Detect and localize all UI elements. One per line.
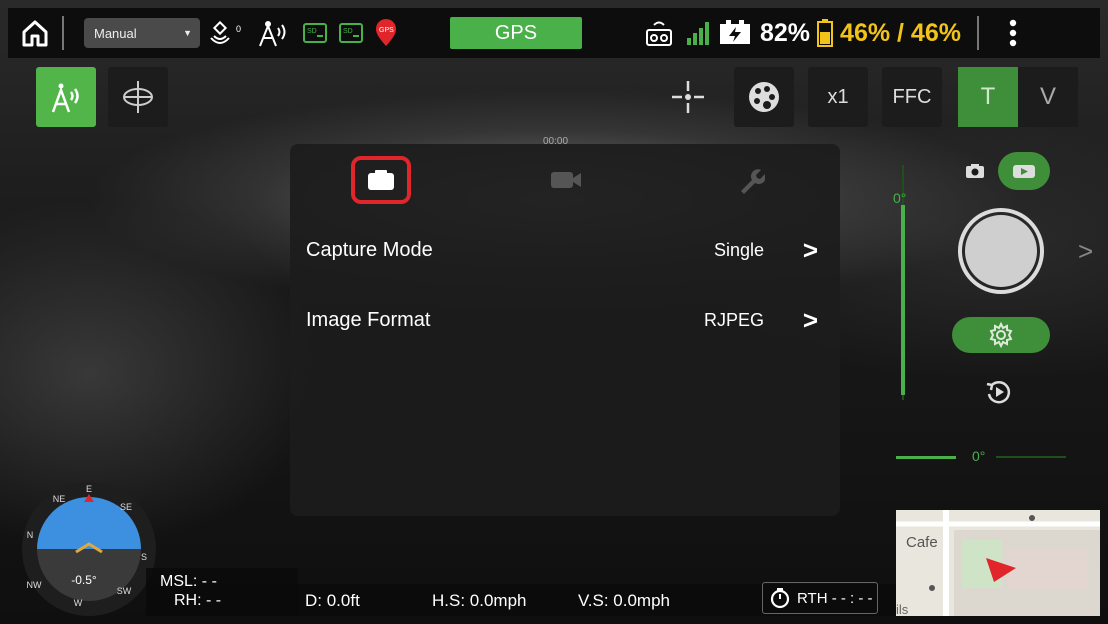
flight-mode-value: Manual [94, 25, 137, 41]
settings-tabs [290, 144, 840, 224]
video-camera-icon [1013, 165, 1035, 178]
crosshair-button[interactable] [658, 67, 718, 127]
map-label-cafe: Cafe [906, 534, 938, 551]
expand-panel-chevron-icon[interactable]: > [1078, 236, 1093, 267]
controller-battery-percent: 82% [760, 18, 811, 47]
mini-map[interactable]: Cafe ils [896, 510, 1100, 616]
gear-icon [989, 322, 1013, 348]
drone-battery-percent: 46% / 46% [840, 18, 961, 47]
ffc-button[interactable]: FFC [882, 67, 942, 127]
vertical-speed-value: V.S: 0.0mph [578, 591, 670, 610]
positioning-mode-button[interactable] [36, 67, 96, 127]
divider [62, 16, 64, 50]
svg-text:GPS: GPS [379, 27, 394, 34]
zoom-button[interactable]: x1 [808, 67, 868, 127]
svg-text:0: 0 [236, 24, 241, 34]
video-mode-button[interactable] [998, 152, 1050, 190]
rth-label: RTH - - : - - [797, 589, 873, 607]
return-to-home-button[interactable]: RTH - - : - - [762, 582, 878, 614]
tab-video[interactable] [536, 156, 596, 204]
compass-ne: NE [53, 494, 66, 504]
svg-text:SD: SD [343, 28, 353, 35]
gimbal-yaw-value: 0° [972, 448, 986, 464]
msl-value: MSL: - - [160, 573, 217, 590]
compass-se: SE [120, 502, 132, 512]
tab-photo[interactable] [351, 156, 411, 204]
camera-icon [368, 170, 394, 190]
compass-s: S [141, 552, 147, 562]
slider-track [996, 456, 1066, 458]
slider-fill [896, 456, 956, 459]
more-menu-button[interactable] [993, 19, 1033, 47]
capture-mode-value: Single [713, 239, 764, 260]
compass-nw: NW [27, 580, 42, 590]
camera-icon [966, 164, 984, 178]
rtk-signal-icon [259, 21, 286, 47]
divider [976, 16, 979, 50]
sd-card-icon: SD [339, 23, 363, 43]
signal-strength-icon [687, 22, 709, 45]
charging-battery-icon [720, 20, 750, 44]
gps-status-bar: GPS [450, 17, 582, 49]
playback-icon [986, 381, 1011, 404]
image-format-row[interactable]: Image Format RJPEG > [306, 292, 826, 348]
shutter-button[interactable] [958, 208, 1044, 294]
tab-tools[interactable] [720, 156, 780, 204]
image-format-label: Image Format [306, 308, 431, 331]
drone-battery-icon [817, 19, 834, 47]
palette-button[interactable] [734, 67, 794, 127]
gps-pin-icon: GPS [376, 19, 396, 46]
crosshair-icon [672, 81, 704, 113]
photo-video-toggle [952, 152, 1052, 190]
top-status-bar: Manual ▼ 0 SD SD GPS GPS 82% 46% / 46% [8, 8, 1100, 58]
sd-card-icon: SD [303, 23, 327, 43]
chevron-right-icon: > [802, 304, 818, 335]
attitude-indicator: E NE SE N S NW W SW -0.5° [20, 480, 158, 618]
camera-settings-button[interactable] [952, 317, 1050, 353]
rh-value: RH: - - [174, 592, 222, 609]
slider-fill [901, 205, 905, 395]
rtk-antenna-icon [51, 83, 79, 113]
map-label-ils: ils [896, 602, 909, 616]
compass-w: W [74, 598, 83, 608]
thermal-mode-button[interactable]: T [958, 67, 1018, 127]
flight-mode-dropdown[interactable]: Manual ▼ [84, 18, 200, 48]
gimbal-icon [123, 81, 153, 113]
photo-mode-button[interactable] [952, 152, 998, 190]
camera-settings-panel: Capture Mode Single > Image Format RJPEG… [290, 144, 840, 516]
remote-controller-icon [646, 21, 672, 46]
dropdown-caret-icon: ▼ [183, 28, 192, 38]
roll-angle-value: -0.5° [71, 573, 97, 587]
image-format-value: RJPEG [703, 309, 764, 330]
visual-mode-button[interactable]: V [1018, 67, 1078, 127]
compass-sw: SW [117, 586, 132, 596]
svg-text:SD: SD [307, 28, 317, 35]
kebab-menu-icon [1009, 19, 1017, 47]
stopwatch-icon [770, 588, 790, 609]
home-icon [22, 20, 48, 47]
battery-status: 82% 46% / 46% [644, 18, 961, 48]
gimbal-mode-button[interactable] [108, 67, 168, 127]
status-icons: 0 SD SD GPS [210, 18, 398, 48]
shutter-inner [965, 215, 1037, 287]
video-camera-icon [551, 172, 581, 188]
gimbal-pitch-value: 0° [893, 190, 907, 206]
display-mode-toggle: T V [958, 67, 1078, 127]
home-button[interactable] [8, 8, 62, 58]
capture-mode-label: Capture Mode [306, 238, 433, 261]
distance-value: D: 0.0ft [305, 591, 360, 610]
altitude-readout: MSL: - - RH: - - [160, 572, 221, 610]
playback-button[interactable] [984, 377, 1014, 407]
wrench-icon [741, 169, 765, 194]
horizontal-speed-value: H.S: 0.0mph [432, 591, 527, 610]
compass-n-label: N [27, 530, 34, 540]
compass-n: E [86, 484, 92, 494]
chevron-right-icon: > [802, 234, 818, 265]
capture-mode-row[interactable]: Capture Mode Single > [306, 222, 826, 278]
satellite-icon: 0 [210, 20, 241, 44]
palette-icon [749, 82, 779, 112]
